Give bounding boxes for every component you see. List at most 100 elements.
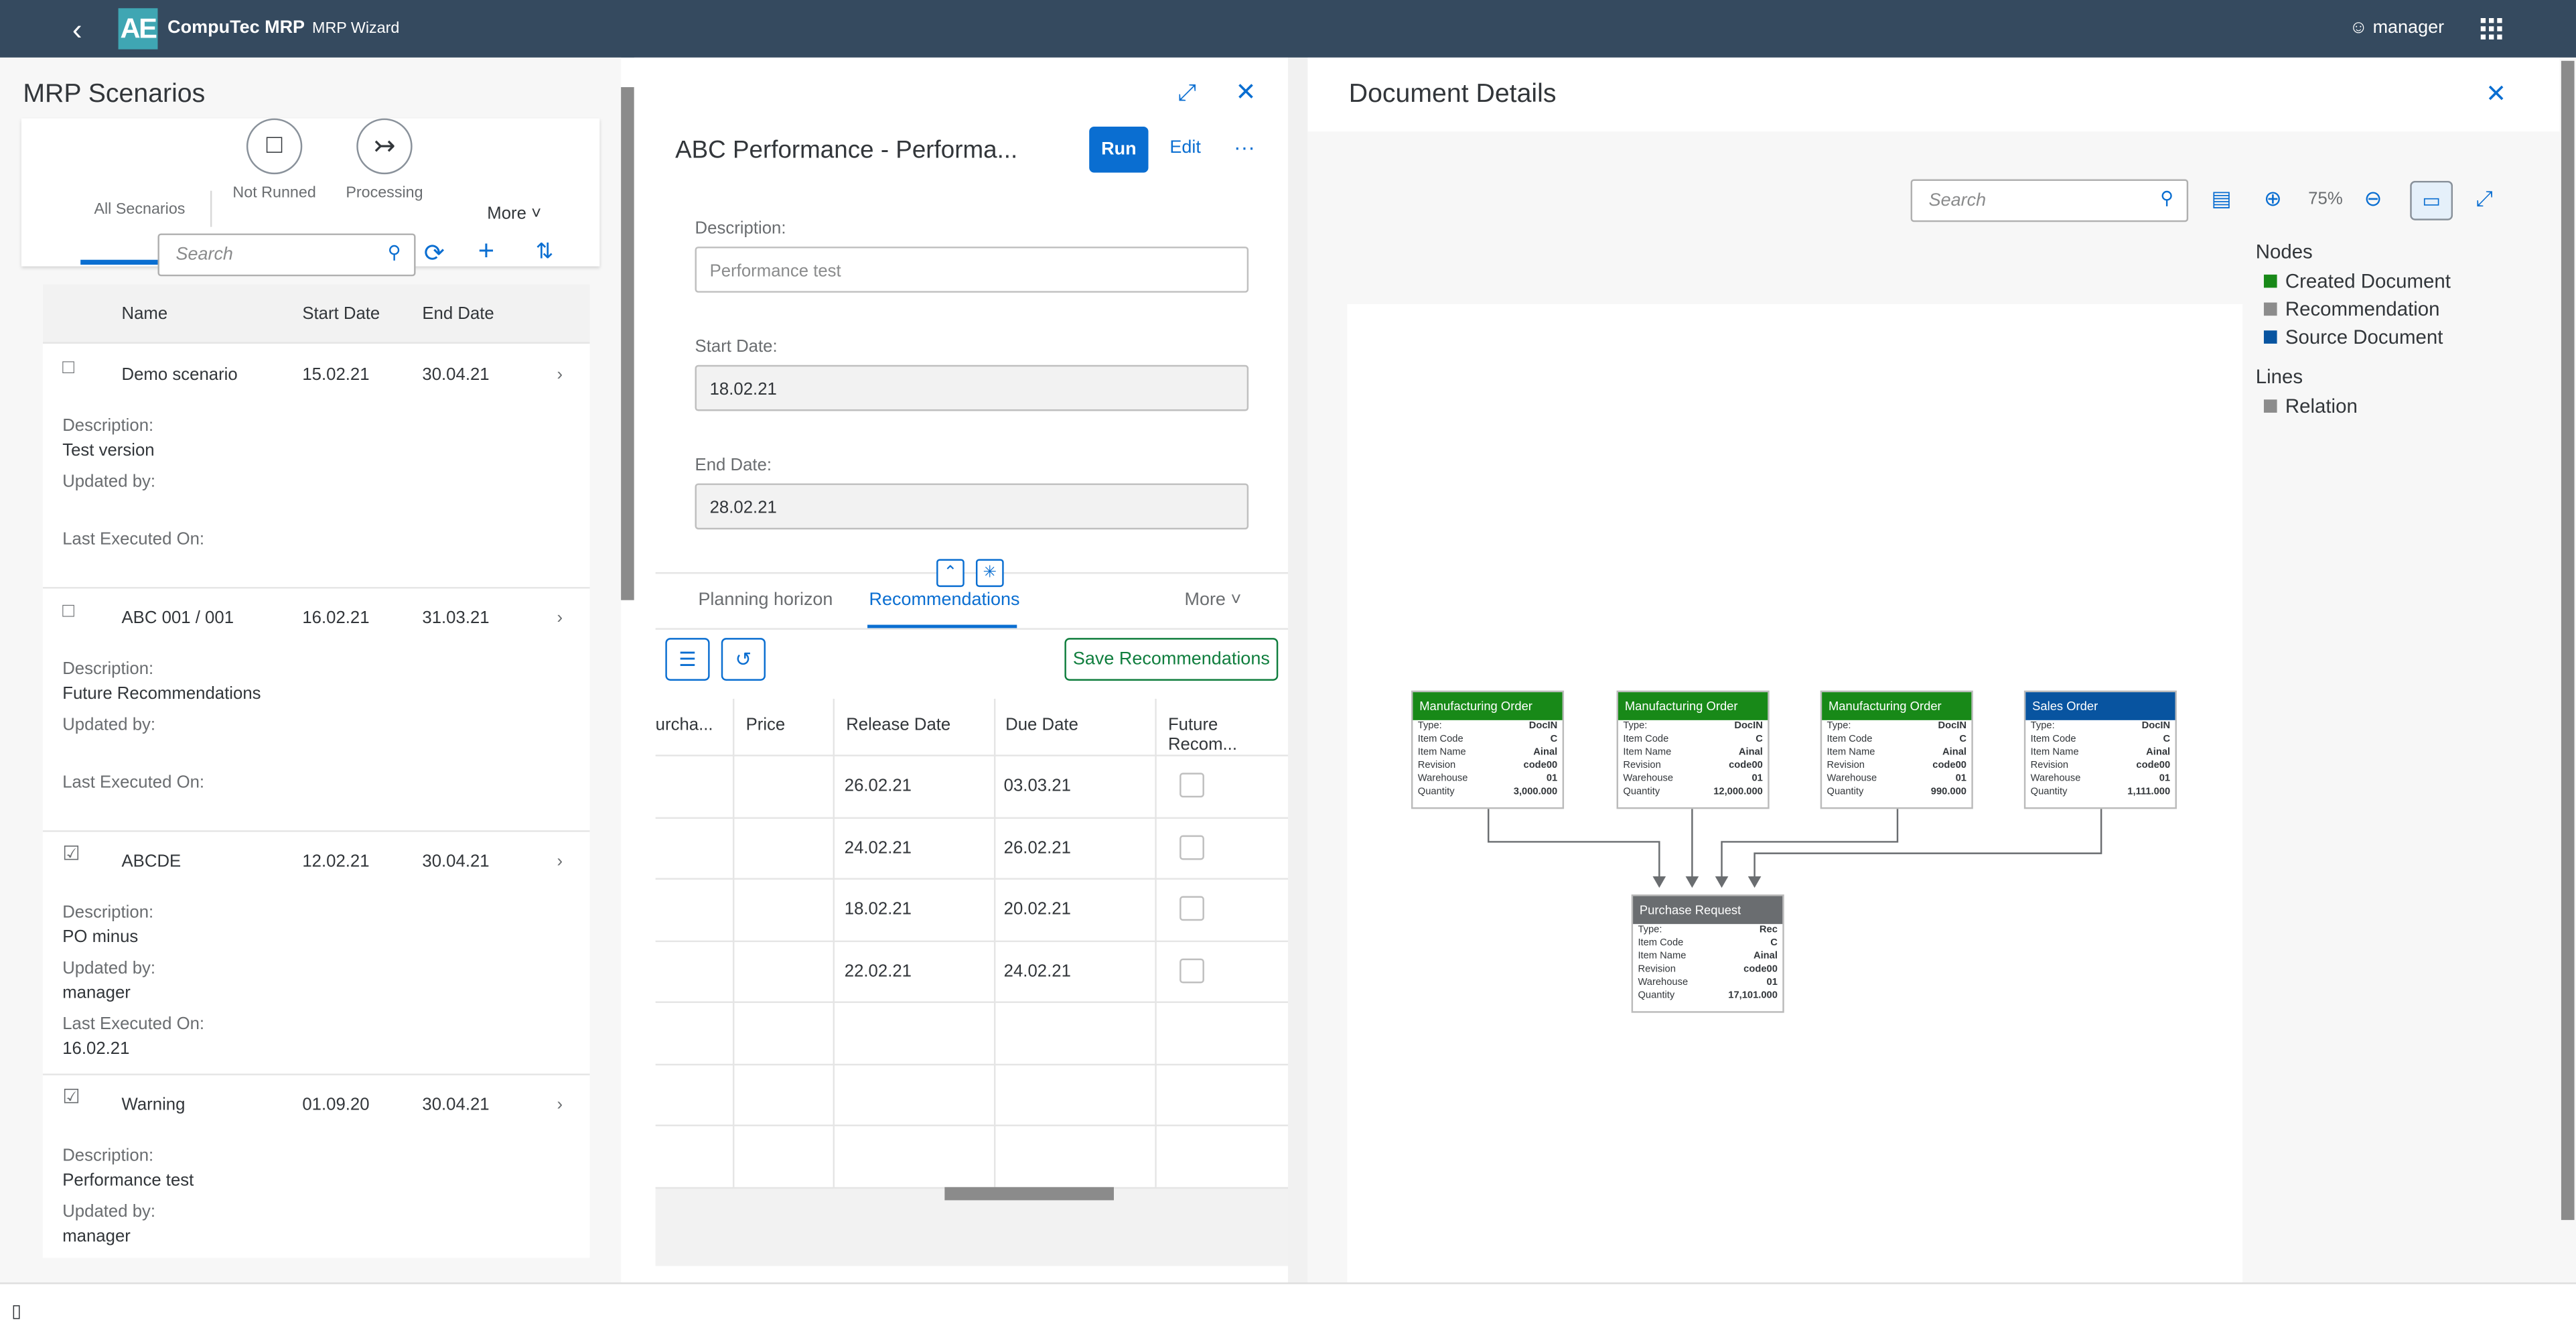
node-field-value: code00 [1932, 761, 1967, 771]
node-field-value: 01 [1955, 774, 1967, 785]
tab-all-scenarios[interactable]: All Secnarios [87, 200, 192, 218]
close-icon[interactable]: ✕ [2486, 79, 2506, 109]
column-price: Price [745, 715, 786, 735]
tab-not-runned[interactable]: □ Not Runned [222, 118, 327, 202]
product-switch-icon[interactable] [2480, 17, 2502, 40]
fullscreen-icon[interactable]: ⤢ [1178, 79, 1196, 107]
search-icon[interactable]: ⚲ [2160, 188, 2173, 208]
node-title: Sales Order [2025, 692, 2175, 720]
table-row[interactable]: 24.02.21 26.02.21 [655, 816, 1288, 878]
due-date-cell: 24.02.21 [1003, 961, 1071, 981]
scenario-name: Warning [121, 1095, 186, 1115]
add-icon[interactable]: + [478, 235, 494, 268]
node-field-label: Item Code [1638, 939, 1684, 949]
back-icon[interactable]: ‹ [72, 13, 82, 48]
sort-icon[interactable]: ⇅ [536, 239, 554, 265]
edit-button[interactable]: Edit [1169, 138, 1201, 157]
more-actions-icon[interactable]: ··· [1234, 135, 1255, 159]
tab-recommendations[interactable]: Recommendations [869, 590, 1020, 610]
list-item[interactable]: ☑ ABCDE 12.02.21 30.04.21 › Description:… [42, 832, 590, 1075]
page-scrollbar[interactable] [2559, 57, 2576, 1283]
description-field[interactable]: Performance test [695, 247, 1249, 293]
description-label: Description: [695, 218, 786, 239]
zoom-out-icon[interactable]: ⊖ [2364, 186, 2382, 212]
document-icon: □ [62, 598, 74, 622]
end-date: 30.04.21 [422, 1095, 490, 1115]
legend-label: Source Document [2285, 325, 2443, 349]
table-row[interactable]: 22.02.21 24.02.21 [655, 939, 1288, 1001]
refresh-icon[interactable]: ⟳ [424, 239, 445, 268]
table-row[interactable]: 26.02.21 03.03.21 [655, 754, 1288, 816]
list-item[interactable]: □ ABC 001 / 001 16.02.21 31.03.21 › Desc… [42, 589, 590, 832]
legend-label: Created Document [2285, 269, 2451, 293]
legend-toggle-icon[interactable]: ▤ [2211, 186, 2231, 212]
graph-node[interactable]: Manufacturing Order Type: DocIN Item Code… [1411, 690, 1565, 809]
search-placeholder: Search [175, 245, 233, 265]
scenario-name: ABC 001 / 001 [121, 608, 234, 628]
zoom-in-icon[interactable]: ⊕ [2264, 186, 2282, 212]
history-icon[interactable]: ↺ [721, 638, 766, 681]
start-date-field[interactable]: 18.02.21 [695, 364, 1249, 411]
future-recommendation-checkbox[interactable] [1179, 896, 1204, 921]
node-field-label: Type: [1623, 722, 1648, 732]
node-field-value: code00 [1729, 761, 1763, 771]
scenario-name: ABCDE [121, 852, 182, 872]
horizontal-scrollbar[interactable] [944, 1187, 1114, 1201]
legend-swatch [2263, 274, 2277, 288]
future-recommendation-checkbox[interactable] [1179, 957, 1204, 983]
save-recommendations-button[interactable]: Save Recommendations [1064, 638, 1279, 681]
chevron-right-icon[interactable]: › [557, 852, 563, 871]
graph-node[interactable]: Manufacturing Order Type: DocIN Item Code… [1820, 690, 1973, 809]
start-date: 15.02.21 [302, 364, 370, 385]
tab-more[interactable]: More ˅ [1184, 590, 1241, 610]
table-header: urcha... Price Release Date Due Date Fut… [655, 698, 1288, 755]
node-field-value: DocIN [1938, 722, 1967, 732]
chevron-right-icon[interactable]: › [557, 365, 563, 385]
footer-bar: ▯ [0, 1282, 2576, 1340]
tab-planning-horizon[interactable]: Planning horizon [698, 590, 833, 610]
user-menu[interactable]: ☺ manager [2350, 18, 2445, 38]
app-logo[interactable]: AE [118, 8, 158, 50]
description-value: Future Recommendations [62, 683, 261, 704]
select-all-icon[interactable]: ☰ [665, 638, 710, 681]
run-button[interactable]: Run [1089, 126, 1149, 173]
node-field-label: Item Code [2030, 734, 2076, 745]
user-name: manager [2372, 17, 2445, 38]
list-item[interactable]: □ Demo scenario 15.02.21 30.04.21 › Desc… [42, 345, 590, 589]
tab-processing[interactable]: ↣ Processing [332, 118, 437, 202]
last-executed-label: Last Executed On: [62, 773, 205, 793]
fullscreen-icon[interactable]: ⤢ [2476, 186, 2493, 212]
search-icon[interactable]: ⚲ [388, 242, 401, 263]
future-recommendation-checkbox[interactable] [1179, 773, 1204, 798]
legend-nodes-title: Nodes [2255, 240, 2313, 263]
node-field-label: Warehouse [1827, 774, 1877, 785]
legend-swatch [2263, 302, 2277, 316]
more-label: More [1184, 590, 1226, 610]
node-field-label: Revision [1638, 965, 1676, 976]
future-recommendation-checkbox[interactable] [1179, 834, 1204, 860]
search-input[interactable]: Search ⚲ [157, 233, 416, 277]
node-title: Purchase Request [1633, 896, 1783, 925]
graph-node[interactable]: Purchase Request Type: Rec Item Code C Ite… [1631, 894, 1784, 1013]
graph-search-input[interactable]: Search ⚲ [1910, 179, 2189, 222]
description-label: Description: [62, 415, 154, 436]
chevron-right-icon[interactable]: › [557, 1095, 563, 1114]
tab-label: Not Runned [232, 184, 316, 202]
running-icon: ↣ [356, 118, 413, 175]
description-value: PO minus [62, 927, 139, 947]
table-row[interactable]: 18.02.21 20.02.21 [655, 878, 1288, 939]
fit-to-screen-icon[interactable]: ▭ [2410, 180, 2453, 220]
close-icon[interactable]: ✕ [1236, 77, 1257, 107]
tab-more[interactable]: More ˅ [465, 204, 563, 223]
node-field-label: Warehouse [2030, 774, 2081, 785]
user-icon: ☺ [2349, 17, 2368, 38]
end-date-field[interactable]: 28.02.21 [695, 483, 1249, 530]
graph-node[interactable]: Manufacturing Order Type: DocIN Item Code… [1616, 690, 1770, 809]
chevron-right-icon[interactable]: › [557, 608, 563, 628]
panel-scrollbar[interactable] [621, 87, 634, 600]
footer-icon[interactable]: ▯ [11, 1300, 21, 1322]
list-item[interactable]: ☑ Warning 01.09.20 30.04.21 › Descriptio… [43, 1075, 590, 1258]
graph-node[interactable]: Sales Order Type: DocIN Item Code C Item N… [2023, 690, 2177, 809]
node-field-label: Item Name [1638, 951, 1687, 962]
section-tabs: Planning horizon Recommendations More ˅ [655, 567, 1288, 630]
